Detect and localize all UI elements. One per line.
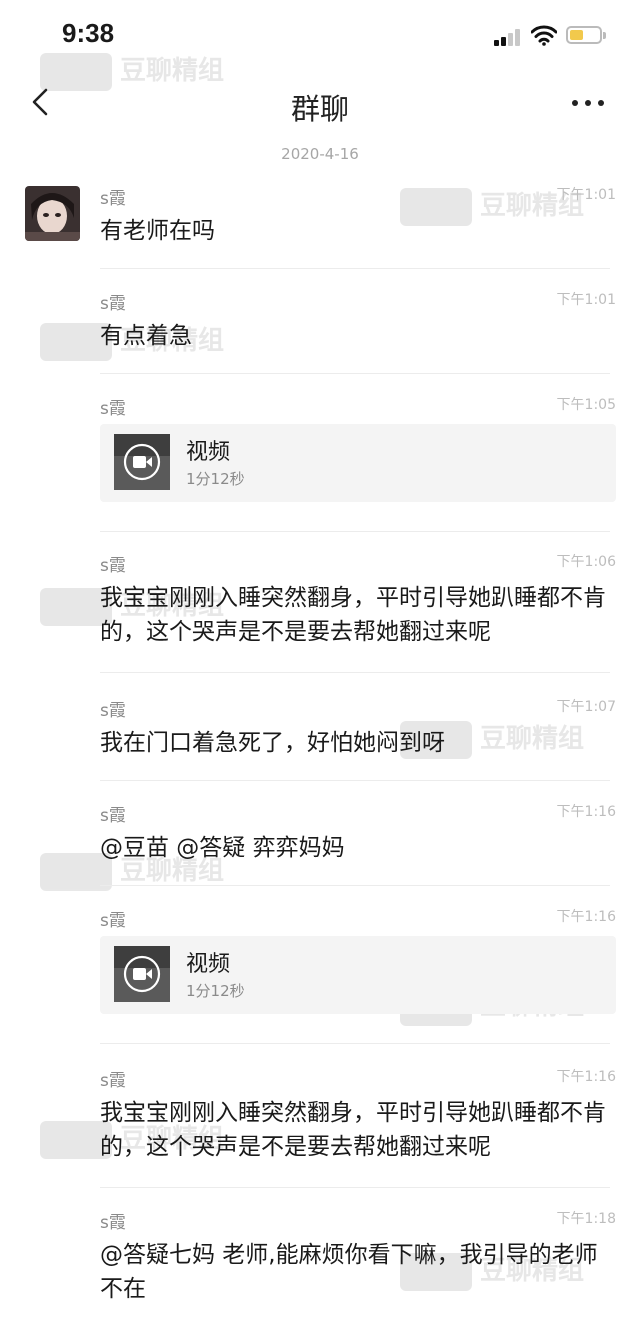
- status-time: 9:38: [62, 18, 115, 48]
- more-button[interactable]: [566, 92, 610, 114]
- sender-name: s霞: [100, 294, 126, 314]
- message-time: 下午1:06: [556, 554, 616, 570]
- message-text[interactable]: 有老师在吗: [100, 214, 618, 248]
- sender-name: s霞: [100, 806, 126, 826]
- wifi-icon: [530, 24, 558, 50]
- divider: [100, 373, 610, 374]
- video-title: 视频: [186, 952, 231, 977]
- message-time: 下午1:16: [556, 909, 616, 925]
- message-text[interactable]: 我宝宝刚刚入睡突然翻身，平时引导她趴睡都不肯的，这个哭声是不是要去帮她翻过来呢: [100, 1096, 618, 1164]
- divider: [100, 1043, 610, 1044]
- message-time: 下午1:07: [556, 699, 616, 715]
- avatar[interactable]: [25, 186, 80, 241]
- cellular-signal-icon: [494, 28, 524, 46]
- divider: [100, 1187, 610, 1188]
- message-text[interactable]: 我宝宝刚刚入睡突然翻身，平时引导她趴睡都不肯的，这个哭声是不是要去帮她翻过来呢: [100, 581, 618, 649]
- message-text[interactable]: @豆苗 @答疑 弈弈妈妈: [100, 831, 618, 865]
- sender-name: s霞: [100, 556, 126, 576]
- video-duration: 1分12秒: [186, 470, 245, 488]
- message-time: 下午1:01: [556, 187, 616, 203]
- divider: [100, 531, 610, 532]
- divider: [100, 268, 610, 269]
- sender-name: s霞: [100, 1071, 126, 1091]
- sender-name: s霞: [100, 189, 126, 209]
- video-camera-icon: [114, 946, 170, 1002]
- message-time: 下午1:16: [556, 1069, 616, 1085]
- status-bar: 9:38: [0, 0, 640, 70]
- battery-icon: [566, 26, 606, 44]
- date-divider: 2020-4-16: [281, 145, 359, 163]
- message-time: 下午1:01: [556, 292, 616, 308]
- video-message-card[interactable]: 视频 1分12秒: [100, 424, 616, 502]
- sender-name: s霞: [100, 911, 126, 931]
- message-time: 下午1:18: [556, 1211, 616, 1227]
- video-title: 视频: [186, 440, 231, 465]
- message-time: 下午1:16: [556, 804, 616, 820]
- sender-name: s霞: [100, 399, 126, 419]
- video-thumbnail: [114, 946, 170, 1002]
- chat-title: 群聊: [290, 92, 349, 126]
- video-camera-icon: [114, 434, 170, 490]
- message-text[interactable]: 我在门口着急死了，好怕她闷到呀: [100, 726, 618, 760]
- divider: [100, 885, 610, 886]
- nav-bar: 群聊: [0, 70, 640, 134]
- sender-name: s霞: [100, 1213, 126, 1233]
- message-text[interactable]: @答疑七妈 老师,能麻烦你看下嘛，我引导的老师不在: [100, 1238, 618, 1306]
- divider: [100, 780, 610, 781]
- sender-name: s霞: [100, 701, 126, 721]
- message-time: 下午1:05: [556, 397, 616, 413]
- video-thumbnail: [114, 434, 170, 490]
- divider: [100, 672, 610, 673]
- message-text[interactable]: 有点着急: [100, 319, 618, 353]
- video-message-card[interactable]: 视频 1分12秒: [100, 936, 616, 1014]
- video-duration: 1分12秒: [186, 982, 245, 1000]
